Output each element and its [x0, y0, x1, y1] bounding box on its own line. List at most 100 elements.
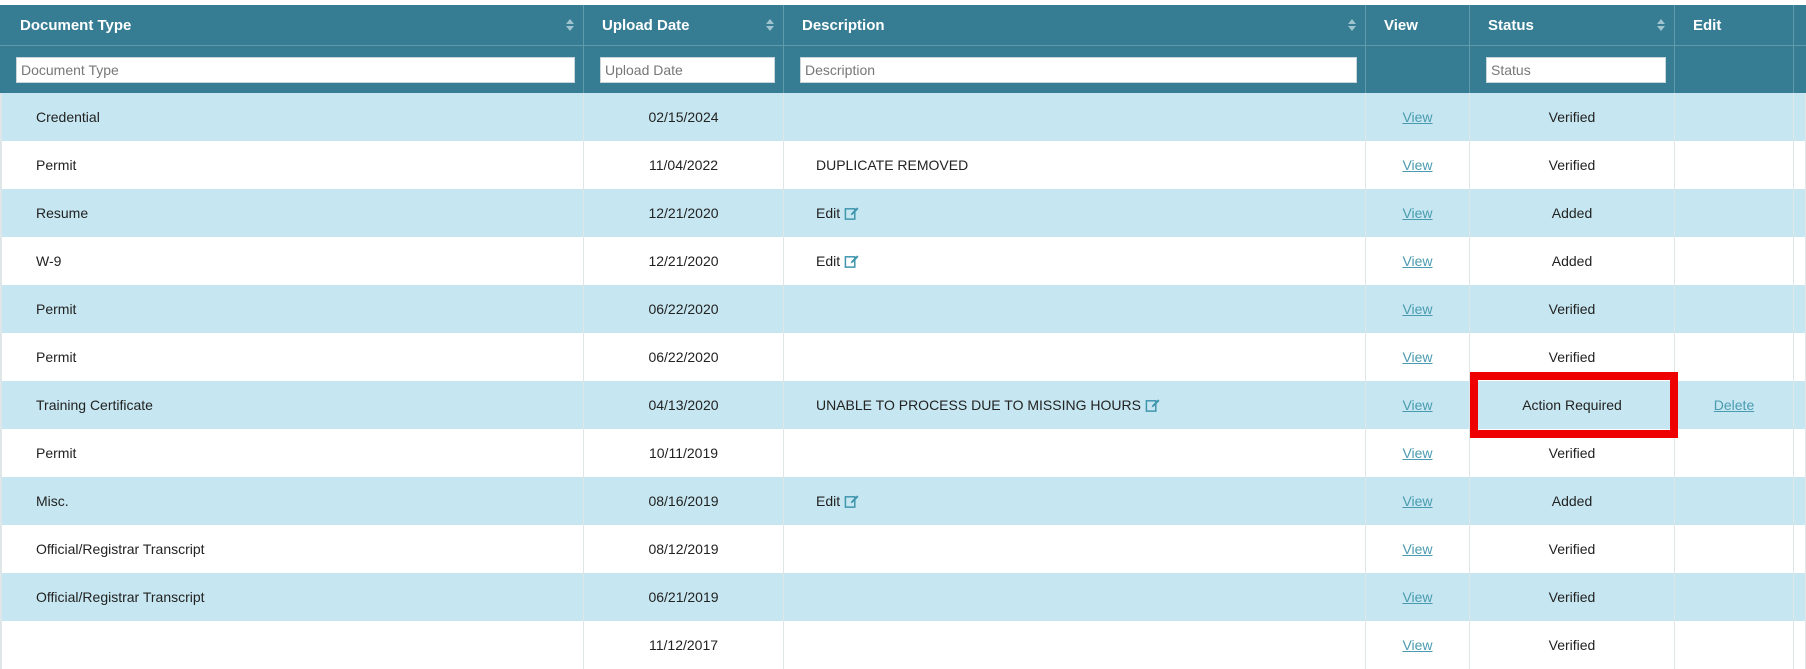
upload-date-cell: 06/22/2020	[584, 333, 784, 381]
view-link[interactable]: View	[1402, 637, 1432, 653]
edit-icon[interactable]	[844, 206, 859, 221]
view-link[interactable]: View	[1402, 541, 1432, 557]
status-cell: Verified	[1470, 93, 1675, 141]
description-text: Edit	[816, 253, 841, 269]
edit-icon[interactable]	[844, 494, 859, 509]
table-row: Resume 12/21/2020 Edit View Added	[0, 189, 1806, 237]
table-row: Training Certificate 04/13/2020 UNABLE TO …	[0, 381, 1806, 429]
document-type-text: Official/Registrar Transcript	[36, 541, 205, 557]
table-header-row: Document Type Upload Date Description Vi…	[0, 5, 1806, 45]
status-cell: Verified	[1470, 429, 1675, 477]
description-filter-input[interactable]	[800, 56, 1357, 83]
edit-cell	[1675, 189, 1794, 237]
status-text: Added	[1551, 493, 1593, 509]
document-type-cell: Official/Registrar Transcript	[0, 525, 584, 573]
sort-icon[interactable]	[1348, 19, 1356, 31]
status-cell: Added	[1470, 237, 1675, 285]
description-cell	[784, 573, 1366, 621]
document-type-text: Misc.	[36, 493, 69, 509]
status-cell: Verified	[1470, 333, 1675, 381]
table-row: Credential 02/15/2024 View Verified	[0, 93, 1806, 141]
view-cell: View	[1366, 141, 1470, 189]
filter-cell	[584, 46, 784, 93]
edit-icon[interactable]	[844, 254, 859, 269]
sort-icon[interactable]	[766, 19, 774, 31]
view-link[interactable]: View	[1402, 589, 1432, 605]
view-link[interactable]: View	[1402, 349, 1432, 365]
view-link[interactable]: View	[1402, 253, 1432, 269]
edit-cell	[1675, 93, 1794, 141]
document-type-filter-input[interactable]	[16, 56, 575, 83]
edit-cell: Delete	[1675, 381, 1794, 429]
row-spacer	[1794, 237, 1806, 285]
description-cell[interactable]: UNABLE TO PROCESS DUE TO MISSING HOURS	[784, 381, 1366, 429]
upload-date-cell: 12/21/2020	[584, 237, 784, 285]
view-cell: View	[1366, 285, 1470, 333]
status-cell: Verified	[1470, 573, 1675, 621]
view-cell: View	[1366, 573, 1470, 621]
status-cell: Action Required	[1470, 381, 1675, 429]
view-link[interactable]: View	[1402, 493, 1432, 509]
delete-link[interactable]: Delete	[1714, 397, 1754, 413]
view-link[interactable]: View	[1402, 397, 1432, 413]
view-link[interactable]: View	[1402, 301, 1432, 317]
row-spacer	[1794, 381, 1806, 429]
description-cell	[784, 93, 1366, 141]
column-header-document-type[interactable]: Document Type	[0, 5, 584, 45]
view-link[interactable]: View	[1402, 157, 1432, 173]
document-type-cell: Permit	[0, 429, 584, 477]
sort-icon[interactable]	[1657, 19, 1665, 31]
upload-date-cell: 06/22/2020	[584, 285, 784, 333]
view-cell: View	[1366, 477, 1470, 525]
description-cell[interactable]: Edit	[784, 189, 1366, 237]
view-link[interactable]: View	[1402, 205, 1432, 221]
upload-date-text: 06/21/2019	[648, 589, 719, 605]
column-header-description[interactable]: Description	[784, 5, 1366, 45]
description-cell	[784, 621, 1366, 669]
row-spacer	[1794, 189, 1806, 237]
table-row: Official/Registrar Transcript 08/12/2019 V…	[0, 525, 1806, 573]
upload-date-text: 04/13/2020	[648, 397, 719, 413]
description-cell	[784, 525, 1366, 573]
edit-cell	[1675, 333, 1794, 381]
view-cell: View	[1366, 525, 1470, 573]
table-row: Permit 11/04/2022 DUPLICATE REMOVED View Ver…	[0, 141, 1806, 189]
status-text: Verified	[1548, 445, 1596, 461]
document-type-text: Permit	[36, 445, 77, 461]
header-spacer	[1794, 5, 1806, 45]
status-filter-input[interactable]	[1486, 56, 1666, 83]
filter-cell	[784, 46, 1366, 93]
view-link[interactable]: View	[1402, 445, 1432, 461]
view-link[interactable]: View	[1402, 109, 1432, 125]
upload-date-text: 06/22/2020	[648, 349, 719, 365]
view-cell: View	[1366, 237, 1470, 285]
description-cell	[784, 429, 1366, 477]
row-spacer	[1794, 573, 1806, 621]
column-header-upload-date[interactable]: Upload Date	[584, 5, 784, 45]
description-cell[interactable]: Edit	[784, 237, 1366, 285]
upload-date-filter-input[interactable]	[600, 56, 775, 83]
document-type-cell: Training Certificate	[0, 381, 584, 429]
table-row: 11/12/2017 View Verified	[0, 621, 1806, 669]
table-row: Misc. 08/16/2019 Edit View Added	[0, 477, 1806, 525]
upload-date-text: 10/11/2019	[648, 445, 719, 461]
edit-icon[interactable]	[1145, 398, 1160, 413]
status-text: Verified	[1548, 637, 1596, 653]
status-cell: Verified	[1470, 141, 1675, 189]
row-spacer	[1794, 93, 1806, 141]
column-header-status[interactable]: Status	[1470, 5, 1675, 45]
row-spacer	[1794, 141, 1806, 189]
upload-date-cell: 11/12/2017	[584, 621, 784, 669]
edit-cell	[1675, 477, 1794, 525]
sort-icon[interactable]	[566, 19, 574, 31]
document-type-cell: Resume	[0, 189, 584, 237]
edit-cell	[1675, 525, 1794, 573]
status-cell: Verified	[1470, 525, 1675, 573]
view-cell: View	[1366, 333, 1470, 381]
column-header-label: Document Type	[20, 16, 132, 34]
view-cell: View	[1366, 621, 1470, 669]
upload-date-cell: 04/13/2020	[584, 381, 784, 429]
description-cell: DUPLICATE REMOVED	[784, 141, 1366, 189]
description-cell[interactable]: Edit	[784, 477, 1366, 525]
upload-date-cell: 10/11/2019	[584, 429, 784, 477]
